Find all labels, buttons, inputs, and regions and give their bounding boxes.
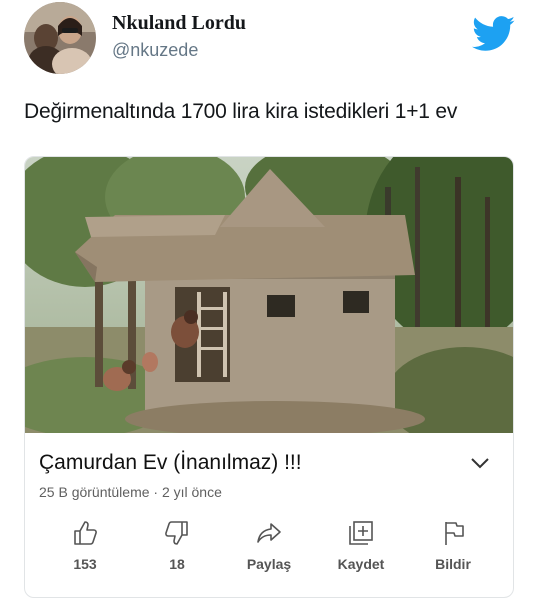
tweet-header: Nkuland Lordu @nkuzede <box>0 0 539 80</box>
like-count: 153 <box>73 556 97 572</box>
video-meta: 25 B görüntüleme · 2 yıl önce <box>39 484 222 500</box>
save-label: Kaydet <box>337 556 385 572</box>
user-handle[interactable]: @nkuzede <box>112 40 198 61</box>
video-card[interactable]: Çamurdan Ev (İnanılmaz) !!! 25 B görüntü… <box>24 156 514 598</box>
video-title[interactable]: Çamurdan Ev (İnanılmaz) !!! <box>39 451 302 475</box>
dislike-count: 18 <box>169 556 185 572</box>
chevron-down-icon[interactable] <box>469 455 491 471</box>
report-button[interactable]: Bildir <box>408 515 498 585</box>
like-button[interactable]: 153 <box>40 515 130 585</box>
display-name[interactable]: Nkuland Lordu <box>112 12 246 35</box>
share-button[interactable]: Paylaş <box>224 515 314 585</box>
report-label: Bildir <box>435 556 471 572</box>
add-to-playlist-icon <box>349 521 373 545</box>
share-label: Paylaş <box>246 556 292 572</box>
share-icon <box>257 523 281 543</box>
flag-icon <box>445 522 464 545</box>
video-thumbnail[interactable] <box>25 157 513 433</box>
avatar[interactable] <box>24 2 96 74</box>
thumbs-down-icon <box>165 521 188 545</box>
dislike-button[interactable]: 18 <box>132 515 222 585</box>
tweet-text: Değirmenaltında 1700 lira kira istedikle… <box>24 100 458 123</box>
save-button[interactable]: Kaydet <box>316 515 406 585</box>
thumbs-up-icon <box>74 521 97 545</box>
twitter-bird-icon <box>472 16 516 52</box>
video-actions: 153 18 Paylaş Kaydet Bildir <box>25 515 513 585</box>
